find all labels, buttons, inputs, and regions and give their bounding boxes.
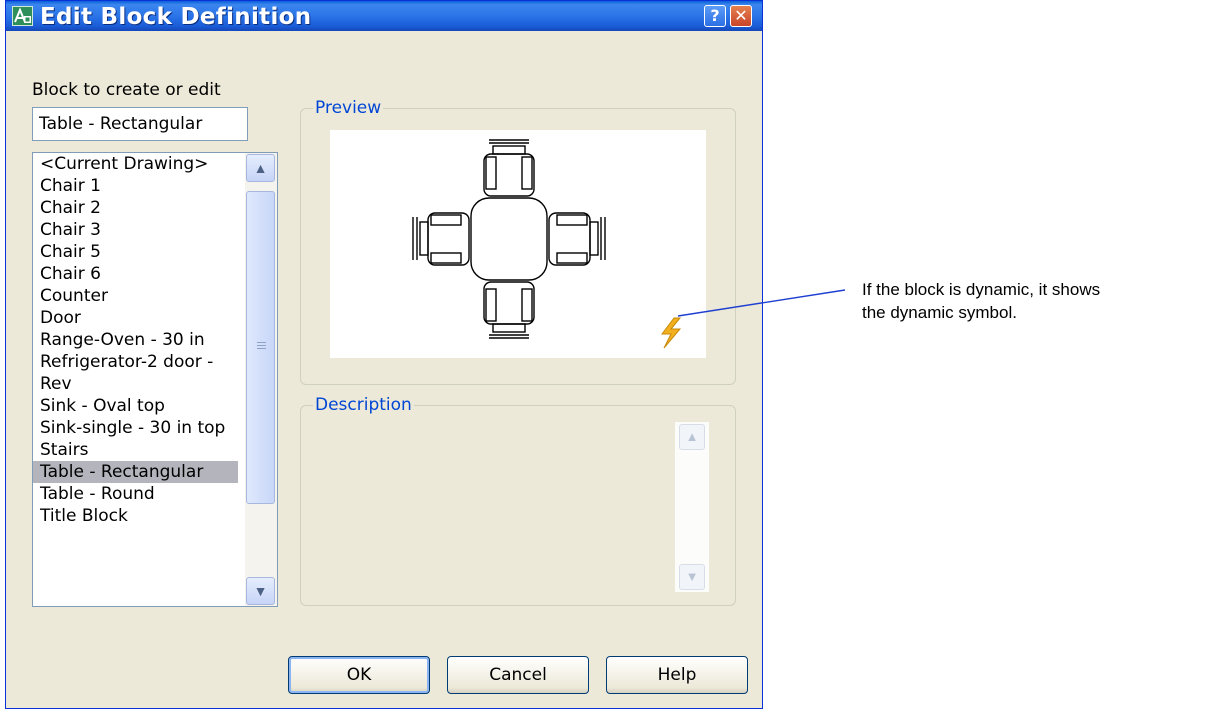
annotation-line-1: If the block is dynamic, it shows — [862, 280, 1101, 299]
callout-line — [677, 289, 846, 317]
annotation-text: If the block is dynamic, it shows the dy… — [862, 278, 1100, 324]
annotation-line-2: the dynamic symbol. — [862, 303, 1017, 322]
